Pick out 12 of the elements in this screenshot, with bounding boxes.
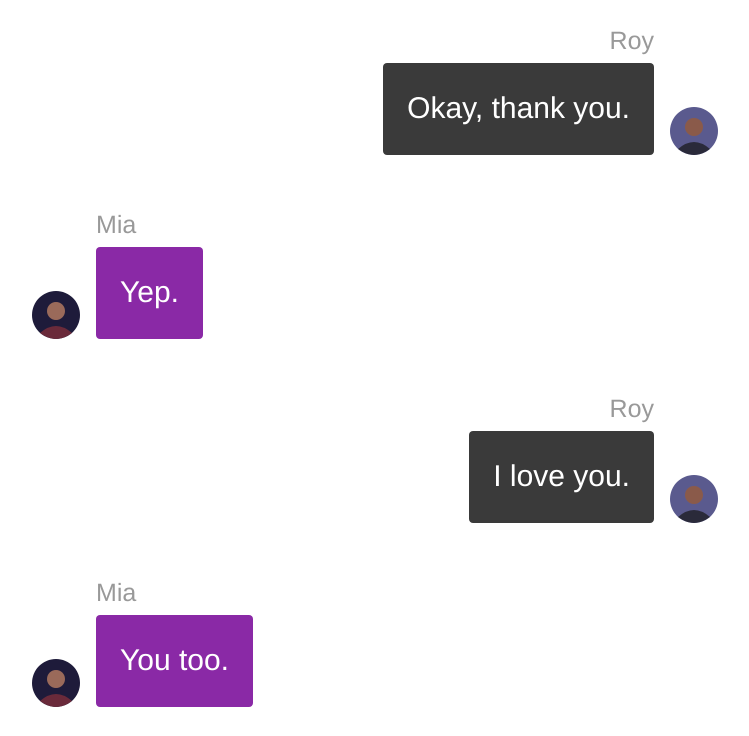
message-bubble: Yep. <box>96 247 203 339</box>
message-bubble: Okay, thank you. <box>383 63 654 155</box>
sender-name: Mia <box>96 578 136 608</box>
message-bubble: I love you. <box>469 431 654 523</box>
avatar-icon <box>670 475 718 523</box>
avatar-icon <box>32 659 80 707</box>
avatar-icon <box>670 107 718 155</box>
sender-name: Roy <box>610 26 654 56</box>
message-bubble: You too. <box>96 615 253 707</box>
sender-name: Mia <box>96 210 136 240</box>
avatar-icon <box>32 291 80 339</box>
sender-name: Roy <box>610 394 654 424</box>
